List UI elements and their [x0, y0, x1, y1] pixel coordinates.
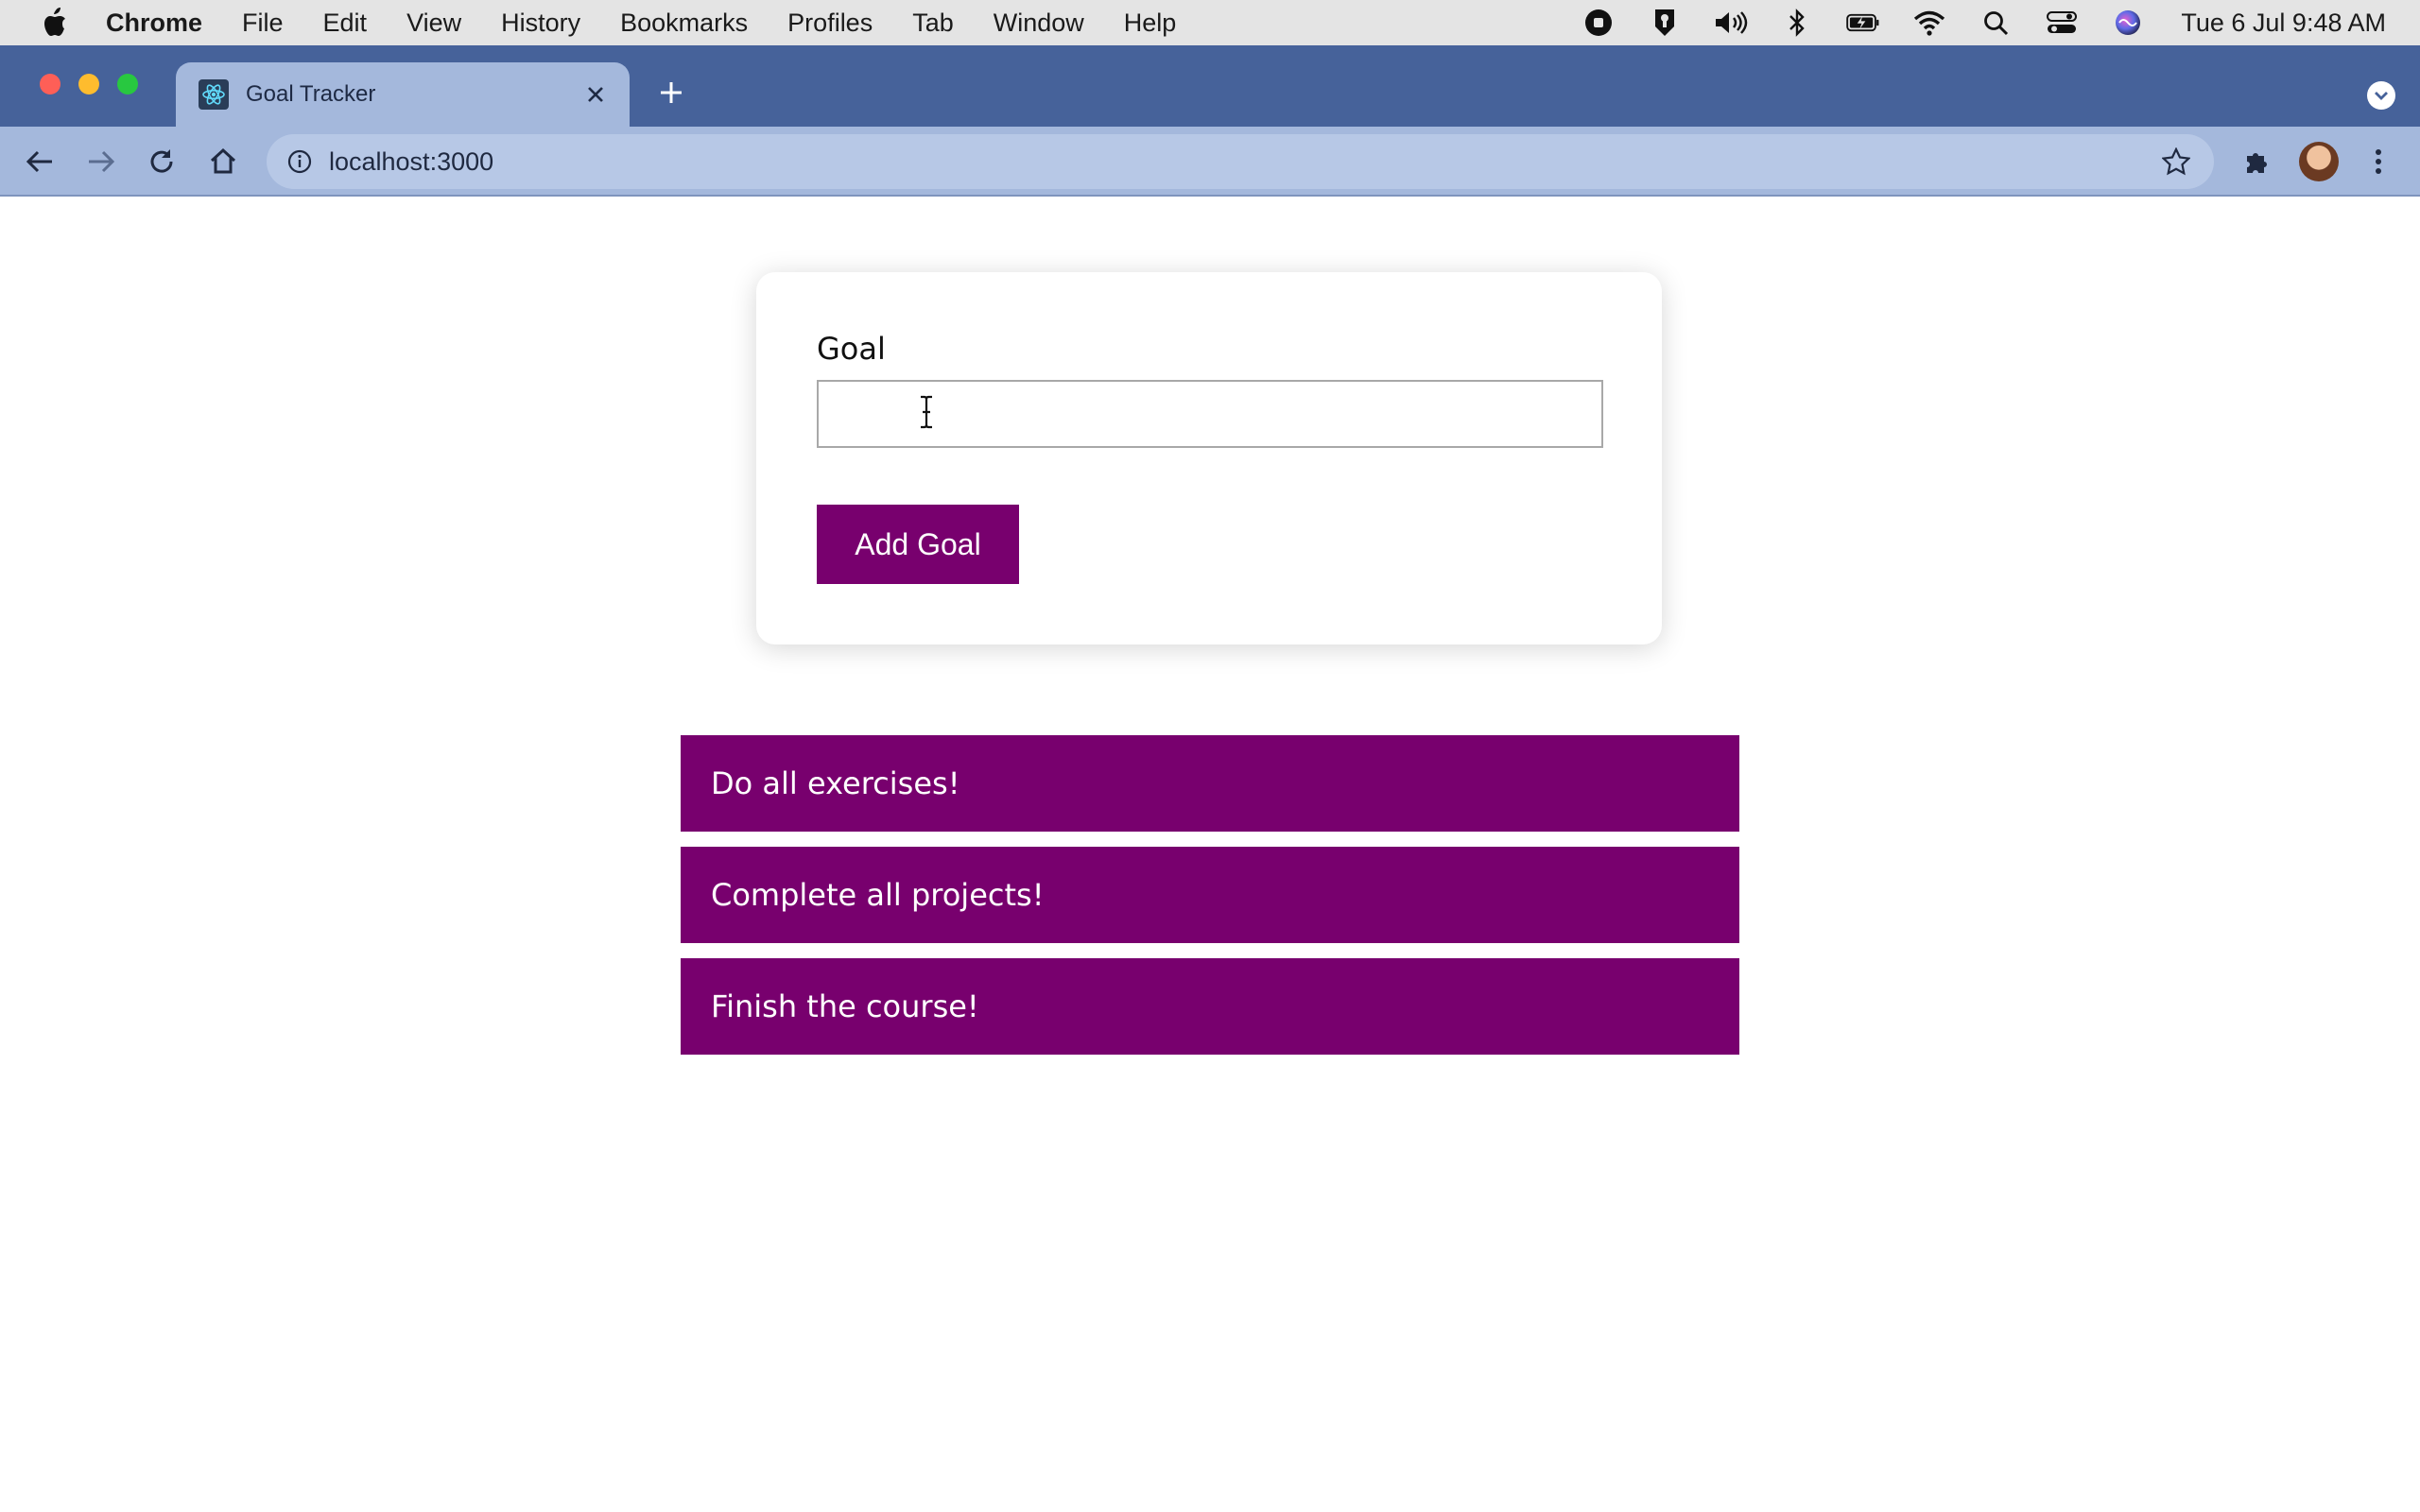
tab-title: Goal Tracker	[246, 81, 376, 107]
wifi-icon[interactable]	[1912, 9, 1946, 37]
forward-arrow-icon[interactable]	[82, 143, 120, 180]
back-arrow-icon[interactable]	[21, 143, 59, 180]
goal-list-item[interactable]: Do all exercises!	[681, 735, 1739, 832]
page-content: Goal Add Goal Do all exercises! Complete…	[0, 198, 2420, 1512]
tab-search-icon[interactable]	[2367, 81, 2395, 110]
tab-close-icon[interactable]	[579, 77, 613, 112]
window-zoom-button[interactable]	[117, 74, 138, 94]
extensions-puzzle-icon[interactable]	[2238, 143, 2276, 180]
browser-toolbar: localhost:3000	[0, 127, 2420, 197]
siri-icon[interactable]	[2111, 9, 2145, 37]
menubar-status-area: Tue 6 Jul 9:48 AM	[1582, 0, 2386, 45]
address-url[interactable]: localhost:3000	[329, 147, 2157, 177]
new-tab-button[interactable]	[652, 74, 690, 112]
menu-chrome[interactable]: Chrome	[106, 9, 202, 38]
menu-window[interactable]: Window	[994, 9, 1084, 38]
text-cursor-icon	[915, 395, 938, 429]
apple-icon[interactable]	[40, 7, 68, 39]
reload-icon[interactable]	[143, 143, 181, 180]
battery-icon[interactable]	[1846, 9, 1880, 37]
goal-list-item[interactable]: Finish the course!	[681, 958, 1739, 1055]
browser-tab-active[interactable]: Goal Tracker	[176, 62, 630, 127]
bluetooth-icon[interactable]	[1780, 9, 1814, 37]
password-manager-icon[interactable]	[1648, 9, 1682, 37]
menu-history[interactable]: History	[501, 9, 580, 38]
menu-bookmarks[interactable]: Bookmarks	[620, 9, 748, 38]
menu-file[interactable]: File	[242, 9, 284, 38]
react-favicon-icon	[199, 79, 229, 110]
goal-form-card: Goal Add Goal	[756, 272, 1662, 644]
menu-view[interactable]: View	[406, 9, 461, 38]
chrome-menu-icon[interactable]	[2360, 143, 2397, 180]
profile-avatar[interactable]	[2299, 142, 2339, 181]
goal-list: Do all exercises! Complete all projects!…	[681, 735, 1739, 1070]
bookmark-star-icon[interactable]	[2157, 143, 2195, 180]
browser-tabstrip: Goal Tracker	[0, 45, 2420, 127]
goal-label: Goal	[817, 331, 886, 367]
spotlight-search-icon[interactable]	[1979, 9, 2013, 37]
menu-edit[interactable]: Edit	[323, 9, 368, 38]
volume-icon[interactable]	[1714, 9, 1748, 37]
menu-profiles[interactable]: Profiles	[787, 9, 873, 38]
goal-list-item[interactable]: Complete all projects!	[681, 847, 1739, 943]
window-close-button[interactable]	[40, 74, 60, 94]
address-bar[interactable]: localhost:3000	[267, 134, 2214, 189]
menubar-clock[interactable]: Tue 6 Jul 9:48 AM	[2181, 9, 2386, 38]
macos-menubar: Chrome File Edit View History Bookmarks …	[0, 0, 2420, 45]
window-minimize-button[interactable]	[78, 74, 99, 94]
menu-help[interactable]: Help	[1124, 9, 1177, 38]
menu-tab[interactable]: Tab	[912, 9, 954, 38]
home-icon[interactable]	[204, 143, 242, 180]
site-info-icon[interactable]	[285, 147, 314, 176]
control-center-icon[interactable]	[2045, 9, 2079, 37]
record-stop-icon[interactable]	[1582, 9, 1616, 37]
add-goal-button[interactable]: Add Goal	[817, 505, 1019, 584]
